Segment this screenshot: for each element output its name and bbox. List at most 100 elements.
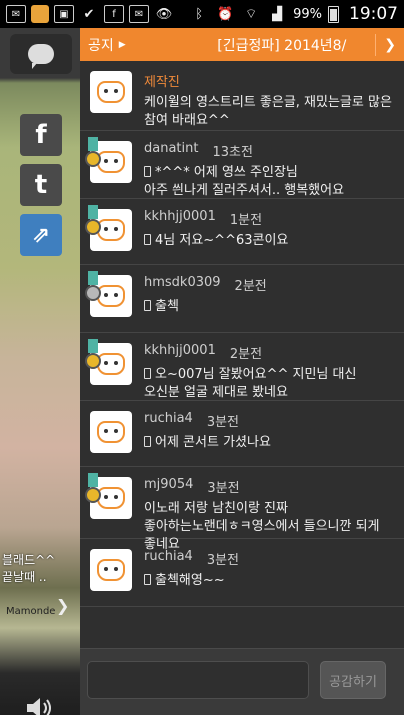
avatar[interactable]: [90, 549, 132, 591]
message-text-row: 오~007님 잘봤어요^^ 지민님 대신 오신분 얼굴 제대로 봤네요: [144, 366, 396, 402]
chat-toggle-button[interactable]: [10, 34, 72, 74]
volume-button[interactable]: [22, 691, 56, 715]
facebook-notification-icon: f: [104, 5, 124, 23]
silver-medal-icon: [85, 285, 101, 301]
message-body: hmsdk0309 2분전출첵: [144, 275, 396, 332]
list-item[interactable]: kkhhjj0001 2분전오~007님 잘봤어요^^ 지민님 대신 오신분 얼굴…: [80, 333, 404, 401]
status-bar: ✉ ▣ ✔ f ✉ 👁 ᛒ ⏰ ⌔ ▟ 99% 19:07: [0, 0, 404, 28]
message-body: kkhhjj0001 2분전오~007님 잘봤어요^^ 지민님 대신 오신분 얼굴…: [144, 343, 396, 400]
notice-label: 공지: [88, 37, 114, 54]
notice-text: [긴급정파] 2014년8/: [217, 37, 347, 54]
mail-notification-icon: ✉: [6, 5, 26, 23]
chat-panel: 공지 ▶ [긴급정파] 2014년8/ ❯ 제작진케이윌의 영스트리트 좋은글,…: [80, 28, 404, 715]
message-meta: kkhhjj0001 1분전: [144, 209, 396, 228]
message-text: 출첵: [155, 299, 179, 314]
send-button[interactable]: 공감하기: [320, 661, 386, 699]
message-author: hmsdk0309: [144, 275, 221, 290]
mobile-phone-icon: [144, 574, 151, 585]
blocked-mail-icon: ✉: [129, 5, 149, 23]
avatar-face-icon: [97, 151, 125, 173]
avatar[interactable]: [90, 411, 132, 453]
mobile-phone-icon: [144, 234, 151, 245]
message-input[interactable]: [87, 661, 309, 699]
message-author: ruchia4: [144, 411, 193, 426]
notice-bar[interactable]: 공지 ▶ [긴급정파] 2014년8/ ❯: [80, 28, 404, 61]
message-text: 오~007님 잘봤어요^^ 지민님 대신 오신분 얼굴 제대로 봤네요: [144, 367, 357, 400]
avatar[interactable]: [85, 271, 132, 317]
notice-divider: [375, 33, 377, 56]
facebook-share-button[interactable]: f: [20, 114, 62, 156]
gold-medal-icon: [85, 353, 101, 369]
speaker-icon: [27, 698, 51, 715]
list-item[interactable]: danatint 13초전 *^^* 어제 영쓰 주인장님 아주 씐나게 질러주셔서…: [80, 131, 404, 199]
message-time: 1분전: [229, 213, 263, 228]
medal-ribbon-icon: [88, 473, 98, 487]
list-item[interactable]: hmsdk0309 2분전출첵: [80, 265, 404, 333]
message-text-row: *^^* 어제 영쓰 주인장님 아주 씐나게 질러주셔서.. 행복했어요: [144, 164, 396, 200]
share-icon: ⇗: [31, 222, 51, 248]
avatar[interactable]: [85, 205, 132, 251]
list-item[interactable]: 제작진케이윌의 영스트리트 좋은글, 재밌는글로 많은 참여 바래요^^: [80, 61, 404, 131]
message-time: 2분전: [234, 279, 267, 294]
clock: 19:07: [349, 4, 398, 24]
message-body: kkhhjj0001 1분전 4님 저요~^^63콘이요: [144, 209, 396, 264]
avatar[interactable]: [85, 473, 132, 519]
message-meta: ruchia4 3분전: [144, 411, 396, 430]
message-text-row: 출첵해영~~: [144, 572, 396, 590]
gold-medal-icon: [85, 151, 101, 167]
message-author: kkhhjj0001: [144, 343, 216, 358]
avatar-face-icon: [97, 81, 125, 103]
brand-label: Mamonde: [6, 606, 56, 617]
message-text: 케이윌의 영스트리트 좋은글, 재밌는글로 많은 참여 바래요^^: [144, 95, 392, 128]
mobile-phone-icon: [144, 300, 151, 311]
chevron-right-icon: ▶: [118, 39, 126, 50]
notice-next-icon[interactable]: ❯: [384, 37, 396, 53]
message-text-row: 이노래 저랑 남친이랑 진짜 좋아하는노랜데ㅎㅋ영스에서 들으니깐 되게 좋네요: [144, 500, 396, 554]
image-notification-icon: ▣: [54, 5, 74, 23]
list-item[interactable]: kkhhjj0001 1분전 4님 저요~^^63콘이요: [80, 199, 404, 265]
mobile-phone-icon: [144, 166, 151, 177]
avatar-face-icon: [97, 421, 125, 443]
message-text: 출첵해영~~: [155, 573, 225, 588]
message-list[interactable]: 제작진케이윌의 영스트리트 좋은글, 재밌는글로 많은 참여 바래요^^ dana…: [80, 61, 404, 675]
gold-medal-icon: [85, 219, 101, 235]
message-body: mj9054 3분전이노래 저랑 남친이랑 진짜 좋아하는노랜데ㅎㅋ영스에서 들으…: [144, 477, 396, 552]
medal-ribbon-icon: [88, 205, 98, 219]
twitter-icon: t: [34, 170, 48, 200]
avatar[interactable]: [85, 137, 132, 183]
message-meta: ruchia4 3분전: [144, 549, 396, 568]
mobile-phone-icon: [144, 436, 151, 447]
avatar-face-icon: [97, 559, 125, 581]
check-icon: ✔: [83, 6, 95, 22]
twitter-share-button[interactable]: t: [20, 164, 62, 206]
medal-ribbon-icon: [88, 137, 98, 151]
message-time: 3분전: [206, 553, 240, 568]
message-body: 제작진케이윌의 영스트리트 좋은글, 재밌는글로 많은 참여 바래요^^: [144, 71, 396, 130]
message-time: 2분전: [229, 347, 263, 362]
medal-ribbon-icon: [88, 271, 98, 285]
list-item[interactable]: mj9054 3분전이노래 저랑 남친이랑 진짜 좋아하는노랜데ㅎㅋ영스에서 들으…: [80, 467, 404, 552]
message-meta: hmsdk0309 2분전: [144, 275, 396, 294]
message-body: danatint 13초전 *^^* 어제 영쓰 주인장님 아주 씐나게 질러주셔서…: [144, 141, 396, 198]
message-meta: 제작진: [144, 71, 396, 90]
list-item[interactable]: ruchia4 3분전출첵해영~~: [80, 539, 404, 607]
left-caption: 블래드^^ 끝날때 ..: [2, 553, 56, 584]
list-item[interactable]: ruchia4 3분전 어제 콘서트 가셨나요: [80, 401, 404, 467]
facebook-icon: f: [35, 120, 47, 150]
message-text-row: 케이윌의 영스트리트 좋은글, 재밌는글로 많은 참여 바래요^^: [144, 94, 396, 130]
avatar-face-icon: [97, 353, 125, 375]
avatar-face-icon: [97, 219, 125, 241]
alarm-icon: ⏰: [217, 6, 234, 22]
message-author: mj9054: [144, 477, 194, 492]
message-meta: danatint 13초전: [144, 141, 396, 160]
avatar[interactable]: [85, 339, 132, 385]
chat-bubble-icon: [28, 44, 54, 69]
external-share-button[interactable]: ⇗: [20, 214, 62, 256]
avatar[interactable]: [90, 71, 132, 113]
wifi-icon: ⌔: [244, 7, 258, 22]
message-meta: kkhhjj0001 2분전: [144, 343, 396, 362]
medal-ribbon-icon: [88, 339, 98, 353]
message-body: ruchia4 3분전 어제 콘서트 가셨나요: [144, 411, 396, 466]
bluetooth-icon: ᛒ: [195, 6, 203, 22]
message-time: 3분전: [207, 481, 240, 496]
